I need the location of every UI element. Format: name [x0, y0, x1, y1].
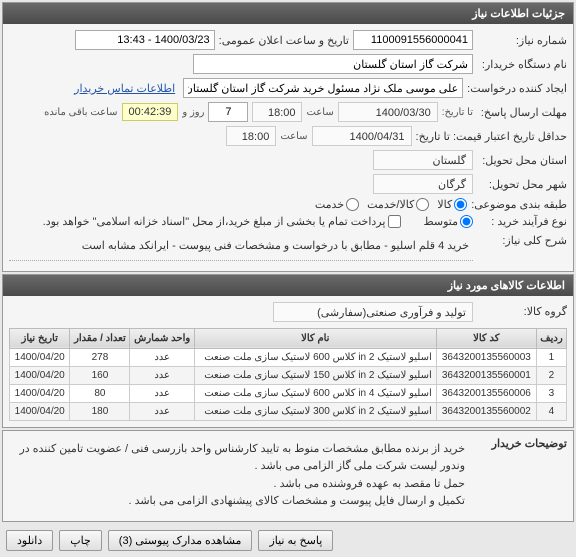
class-kala-radio[interactable]: کالا: [437, 198, 467, 211]
days-input[interactable]: [208, 102, 248, 122]
desc-text: خرید 4 قلم اسلیو - مطابق با درخواست و مش…: [9, 234, 473, 261]
time-label-2: ساعت: [280, 131, 307, 142]
treasury-checkbox[interactable]: پرداخت تمام یا بخشی از مبلغ خرید،از محل …: [43, 215, 402, 228]
col-qty: تعداد / مقدار: [70, 328, 130, 348]
province-value: گلستان: [373, 150, 473, 170]
countdown-value: 00:42:39: [122, 103, 179, 121]
process-label: نوع فرآیند خرید :: [477, 215, 567, 228]
deadline-time: 18:00: [252, 102, 302, 122]
group-value: تولید و فرآوری صنعتی(سفارشی): [273, 302, 473, 322]
class-kala-label: کالا: [437, 198, 452, 211]
days-label: روز و: [182, 107, 204, 118]
valid-until-label: حداقل تاریخ اعتبار قیمت: تا تاریخ:: [416, 130, 567, 143]
table-row[interactable]: 43643200135560002اسلیو لاستیک 2 in کلاس …: [10, 402, 567, 420]
col-date: تاریخ نیاز: [10, 328, 70, 348]
items-table: ردیف کد کالا نام کالا واحد شمارش تعداد /…: [9, 328, 567, 421]
class-service-label: کالا/خدمت: [367, 198, 414, 211]
number-input[interactable]: [353, 30, 473, 50]
items-panel-header: اطلاعات کالاهای مورد نیاز: [3, 275, 573, 296]
col-row: ردیف: [536, 328, 566, 348]
notes-label: توضیحات خریدار: [477, 437, 567, 450]
classification-label: طبقه بندی موضوعی:: [471, 198, 567, 211]
table-row[interactable]: 23643200135560001اسلیو لاستیک 2 in کلاس …: [10, 366, 567, 384]
print-button[interactable]: چاپ: [59, 530, 102, 551]
city-value: گرگان: [373, 174, 473, 194]
treasury-note: پرداخت تمام یا بخشی از مبلغ خرید،از محل …: [43, 215, 386, 228]
attachments-button[interactable]: مشاهده مدارک پیوستی (3): [108, 530, 253, 551]
buyer-org-label: نام دستگاه خریدار:: [477, 58, 567, 71]
number-label: شماره نیاز:: [477, 34, 567, 47]
creator-input[interactable]: [183, 78, 463, 98]
col-code: کد کالا: [436, 328, 536, 348]
contact-link[interactable]: اطلاعات تماس خریدار: [70, 82, 179, 95]
remaining-label: ساعت باقی مانده: [44, 107, 117, 118]
deadline-date: 1400/03/30: [338, 102, 438, 122]
announce-input[interactable]: [75, 30, 215, 50]
col-unit: واحد شمارش: [130, 328, 194, 348]
time-label-1: ساعت: [306, 107, 333, 118]
creator-label: ایجاد کننده درخواست:: [467, 82, 567, 95]
process-mid-label: متوسط: [423, 215, 458, 228]
class-service-radio[interactable]: کالا/خدمت: [367, 198, 429, 211]
province-label: استان محل تحویل:: [477, 154, 567, 167]
col-name: نام کالا: [194, 328, 436, 348]
table-row[interactable]: 33643200135560006اسلیو لاستیک 4 in کلاس …: [10, 384, 567, 402]
buyer-org-input[interactable]: [193, 54, 473, 74]
city-label: شهر محل تحویل:: [477, 178, 567, 191]
class-khidmat-radio[interactable]: خدمت: [315, 198, 359, 211]
group-label: گروه کالا:: [477, 305, 567, 318]
response-button[interactable]: پاسخ به نیاز: [258, 530, 333, 551]
valid-date: 1400/04/31: [312, 126, 412, 146]
process-mid-radio[interactable]: متوسط: [423, 215, 473, 228]
main-panel-header: جزئیات اطلاعات نیاز: [3, 3, 573, 24]
announce-label: تاریخ و ساعت اعلان عمومی:: [219, 34, 349, 47]
notes-text: خرید از برنده مطابق مشخصات منوط به تایید…: [9, 437, 469, 515]
table-row[interactable]: 13643200135560003اسلیو لاستیک 2 in کلاس …: [10, 348, 567, 366]
desc-label: شرح کلی نیاز:: [477, 234, 567, 247]
deadline-label: مهلت ارسال پاسخ:: [477, 106, 567, 119]
export-button[interactable]: دانلود: [6, 530, 53, 551]
class-khidmat-label: خدمت: [315, 198, 344, 211]
valid-time: 18:00: [226, 126, 276, 146]
until-label: تا تاریخ:: [442, 107, 473, 118]
